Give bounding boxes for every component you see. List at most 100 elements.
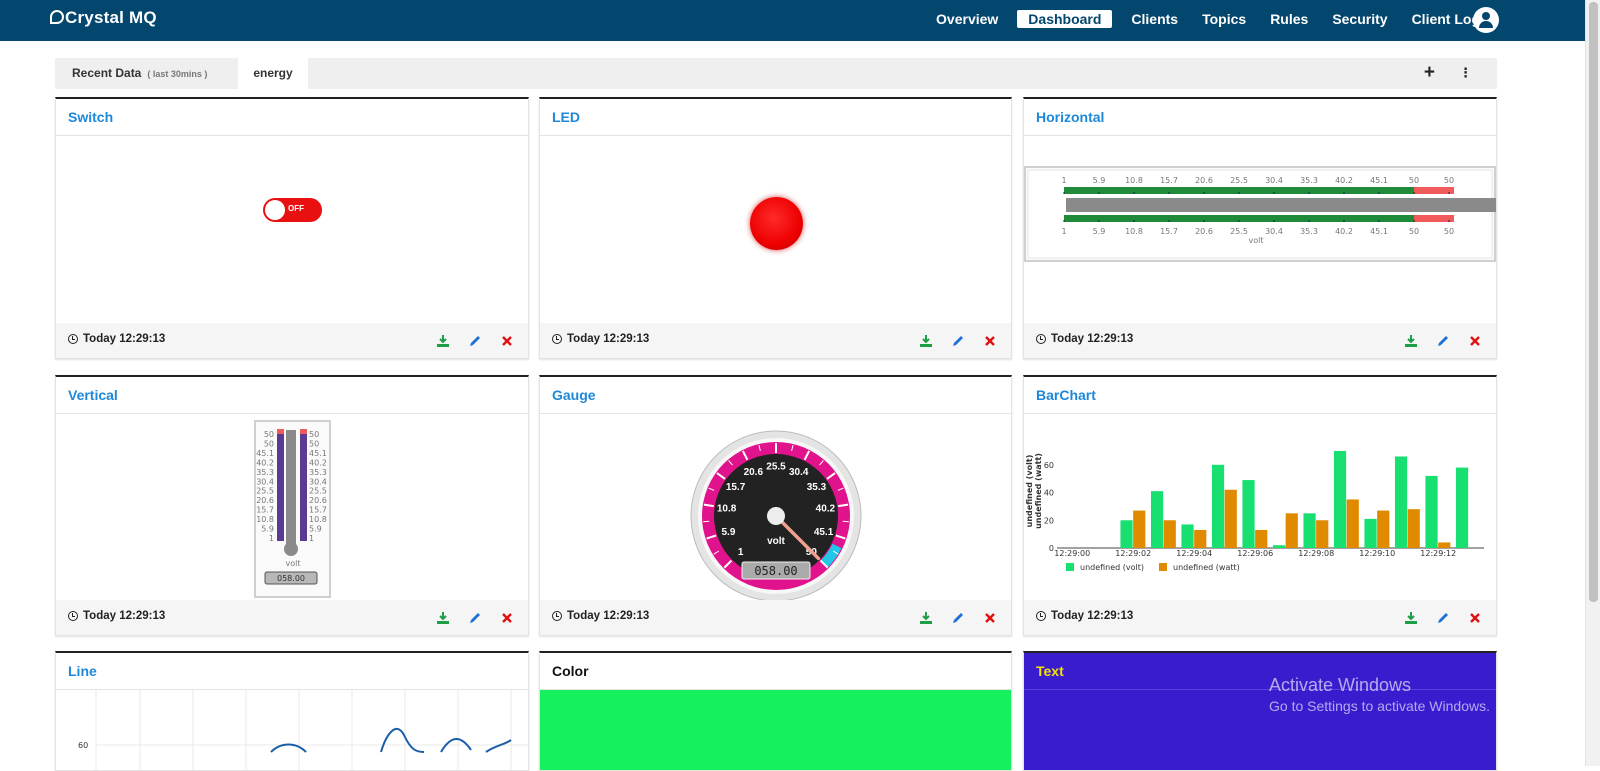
horizontal-tick-label: 50 bbox=[1444, 227, 1454, 236]
widget-title: Text bbox=[1036, 663, 1064, 679]
y-axis-label-2: undefined (watt) bbox=[1034, 453, 1043, 529]
page-scrollbar[interactable] bbox=[1585, 0, 1600, 766]
horizontal-tick-label: 50 bbox=[1409, 227, 1419, 236]
nav-security[interactable]: Security bbox=[1327, 10, 1392, 28]
vertical-tick-label: 25.5 bbox=[309, 487, 327, 496]
plus-icon[interactable]: + bbox=[1424, 62, 1435, 84]
download-icon[interactable] bbox=[436, 334, 450, 348]
app-name: Crystal MQ bbox=[65, 8, 157, 27]
bar[interactable] bbox=[1242, 480, 1254, 548]
download-icon[interactable] bbox=[919, 611, 933, 625]
bar[interactable] bbox=[1347, 499, 1359, 548]
bar[interactable] bbox=[1164, 520, 1176, 548]
horizontal-tick-label: 30.4 bbox=[1265, 176, 1283, 185]
tab-energy[interactable]: energy bbox=[238, 58, 308, 89]
bar[interactable] bbox=[1286, 513, 1298, 548]
bar[interactable] bbox=[1334, 451, 1346, 548]
download-icon[interactable] bbox=[436, 611, 450, 625]
bar[interactable] bbox=[1151, 491, 1163, 548]
gauge-tick-label: 5.9 bbox=[721, 527, 735, 538]
widget-title: Gauge bbox=[552, 387, 596, 403]
vertical-tick-label: 50 bbox=[309, 430, 319, 439]
edit-icon[interactable] bbox=[1436, 611, 1450, 625]
edit-icon[interactable] bbox=[468, 334, 482, 348]
vertical-tick-label: 35.3 bbox=[256, 468, 274, 477]
bar[interactable] bbox=[1194, 530, 1206, 548]
download-icon[interactable] bbox=[1404, 611, 1418, 625]
more-vertical-icon[interactable]: ⋮ bbox=[1459, 65, 1472, 81]
clock-icon bbox=[1036, 611, 1046, 621]
horizontal-tick-label: 25.5 bbox=[1230, 176, 1248, 185]
switch-state-label: OFF bbox=[288, 204, 304, 213]
vertical-tick-label: 20.6 bbox=[256, 496, 274, 505]
download-icon[interactable] bbox=[919, 334, 933, 348]
edit-icon[interactable] bbox=[468, 611, 482, 625]
timestamp: Today 12:29:13 bbox=[68, 610, 165, 622]
bar[interactable] bbox=[1303, 513, 1315, 548]
edit-icon[interactable] bbox=[1436, 334, 1450, 348]
nav-dashboard[interactable]: Dashboard bbox=[1017, 10, 1112, 28]
nav-rules[interactable]: Rules bbox=[1265, 10, 1313, 28]
delete-icon[interactable] bbox=[500, 334, 514, 348]
delete-icon[interactable] bbox=[1468, 334, 1482, 348]
switch-toggle[interactable]: OFF bbox=[263, 198, 322, 222]
top-navbar: Crystal MQ Overview Dashboard Clients To… bbox=[0, 0, 1585, 41]
watermark-line1: Activate Windows bbox=[1269, 675, 1490, 696]
gauge-tick-label: 30.4 bbox=[789, 467, 809, 478]
gauge-unit: volt bbox=[767, 536, 785, 547]
bar[interactable] bbox=[1316, 520, 1328, 548]
vertical-tick-label: 5.9 bbox=[261, 525, 274, 534]
gauge-tick-label: 1 bbox=[738, 547, 744, 558]
tab-recent-data[interactable]: Recent Data( last 30mins ) bbox=[72, 58, 207, 89]
bar[interactable] bbox=[1212, 465, 1224, 548]
download-icon[interactable] bbox=[1404, 334, 1418, 348]
nav-overview[interactable]: Overview bbox=[931, 10, 1003, 28]
delete-icon[interactable] bbox=[983, 611, 997, 625]
vertical-tick-label: 50 bbox=[309, 439, 319, 448]
clock-icon bbox=[552, 611, 562, 621]
bar[interactable] bbox=[1120, 520, 1132, 548]
bar[interactable] bbox=[1364, 519, 1376, 548]
nav-topics[interactable]: Topics bbox=[1197, 10, 1251, 28]
legend-label[interactable]: undefined (volt) bbox=[1080, 563, 1144, 572]
bar[interactable] bbox=[1456, 468, 1468, 548]
bar[interactable] bbox=[1377, 511, 1389, 548]
clock-icon bbox=[68, 334, 78, 344]
widget-color: Color bbox=[539, 651, 1012, 771]
card-footer: Today 12:29:13 bbox=[56, 323, 528, 358]
user-avatar-icon[interactable] bbox=[1473, 7, 1499, 33]
delete-icon[interactable] bbox=[1468, 611, 1482, 625]
bar[interactable] bbox=[1425, 476, 1437, 548]
bar[interactable] bbox=[1133, 511, 1145, 548]
led-indicator bbox=[750, 197, 803, 250]
app-logo[interactable]: Crystal MQ bbox=[50, 8, 157, 28]
edit-icon[interactable] bbox=[951, 334, 965, 348]
scrollbar-thumb[interactable] bbox=[1589, 2, 1598, 602]
bar[interactable] bbox=[1181, 524, 1193, 548]
delete-icon[interactable] bbox=[983, 334, 997, 348]
line-chart: 60 bbox=[56, 690, 529, 770]
vertical-tick-label: 40.2 bbox=[309, 458, 327, 467]
bar[interactable] bbox=[1408, 509, 1420, 548]
timestamp: Today 12:29:13 bbox=[1036, 610, 1133, 622]
horizontal-tick-label: 30.4 bbox=[1265, 227, 1283, 236]
legend-label[interactable]: undefined (watt) bbox=[1173, 563, 1240, 572]
card-header: Gauge bbox=[540, 377, 1011, 414]
widget-led: LED Today 12:29:13 bbox=[539, 97, 1012, 359]
edit-icon[interactable] bbox=[951, 611, 965, 625]
nav-clients[interactable]: Clients bbox=[1126, 10, 1183, 28]
timestamp-text: Today 12:29:13 bbox=[83, 610, 165, 622]
timestamp: Today 12:29:13 bbox=[68, 333, 165, 345]
bar[interactable] bbox=[1255, 530, 1267, 548]
bar[interactable] bbox=[1438, 542, 1450, 548]
timestamp-text: Today 12:29:13 bbox=[567, 610, 649, 622]
vertical-tick-label: 10.8 bbox=[256, 515, 274, 524]
timestamp: Today 12:29:13 bbox=[1036, 333, 1133, 345]
bar[interactable] bbox=[1225, 490, 1237, 548]
bar[interactable] bbox=[1273, 545, 1285, 548]
gauge-tick-label: 15.7 bbox=[726, 482, 746, 493]
bar[interactable] bbox=[1395, 456, 1407, 548]
card-header: Color bbox=[540, 653, 1011, 690]
delete-icon[interactable] bbox=[500, 611, 514, 625]
x-tick-label: 12:29:12 bbox=[1420, 549, 1456, 558]
